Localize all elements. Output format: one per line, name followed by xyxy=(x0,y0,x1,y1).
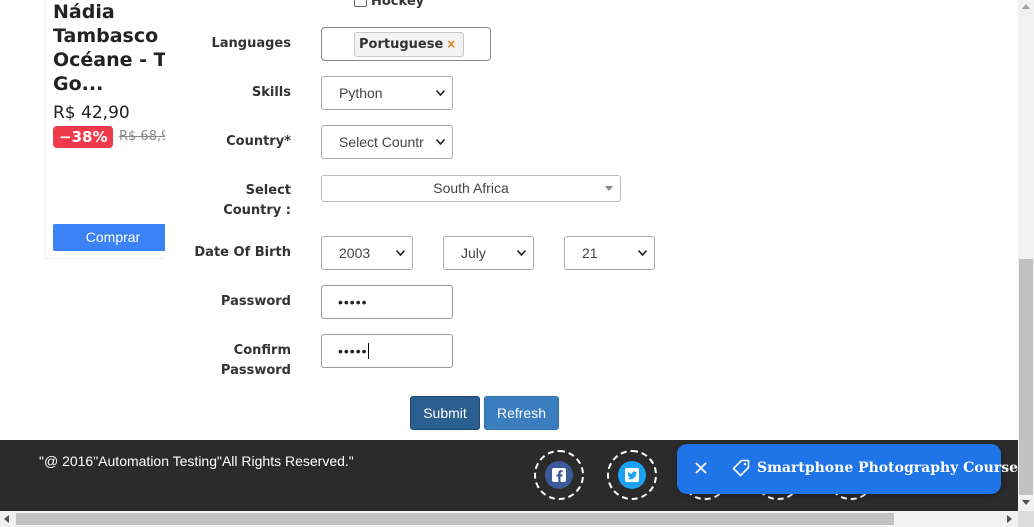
languages-label: Languages xyxy=(211,36,291,51)
ad-title-line: Go... xyxy=(53,73,104,95)
scroll-left-arrow-icon[interactable] xyxy=(4,515,9,523)
select-country-value: South Africa xyxy=(433,180,509,196)
select-country-label-line: Country : xyxy=(223,203,291,218)
ad-title-line: Tambasco B xyxy=(53,25,165,47)
dob-month-select[interactable]: July xyxy=(443,236,534,270)
country-value: Select Countr xyxy=(339,134,424,150)
skills-value: Python xyxy=(339,85,383,101)
chevron-down-icon xyxy=(436,90,445,98)
dob-year-value: 2003 xyxy=(339,245,371,261)
chevron-down-icon xyxy=(436,139,445,147)
chevron-down-icon xyxy=(638,250,647,258)
vertical-scrollbar[interactable] xyxy=(1018,0,1034,511)
twitter-link[interactable] xyxy=(607,450,657,500)
ad-title-line: Nádia xyxy=(53,1,115,23)
language-chip-label: Portuguese xyxy=(359,37,444,52)
confirm-password-label: Confirm Password xyxy=(181,341,291,381)
confirm-password-value: ••••• xyxy=(338,343,368,359)
ad-discount-badge: −38% xyxy=(53,126,114,148)
skills-label: Skills xyxy=(251,85,291,100)
ad-old-price: R$ 68,9 xyxy=(119,129,165,144)
scroll-up-arrow-icon[interactable] xyxy=(1022,4,1030,9)
confirm-password-input[interactable]: ••••• xyxy=(321,334,453,368)
hockey-label: Hockey xyxy=(371,0,425,9)
dob-day-select[interactable]: 21 xyxy=(564,236,655,270)
submit-button[interactable]: Submit xyxy=(410,396,480,430)
facebook-icon xyxy=(545,461,573,489)
dob-year-select[interactable]: 2003 xyxy=(321,236,413,270)
select-country-label: Select Country : xyxy=(181,181,291,221)
ad-title-line: Océane - To xyxy=(53,49,165,71)
ad-buy-button[interactable]: Comprar xyxy=(53,224,165,251)
select-country-combobox[interactable]: South Africa xyxy=(321,175,621,202)
copyright-text: "@ 2016"Automation Testing"All Rights Re… xyxy=(39,453,354,469)
scroll-down-arrow-icon[interactable] xyxy=(1022,500,1030,505)
chevron-down-icon xyxy=(396,250,405,258)
select-country-label-line: Select xyxy=(245,183,291,198)
confirm-password-label-line: Password xyxy=(220,363,291,378)
checkbox-icon[interactable] xyxy=(354,0,367,7)
country-label: Country* xyxy=(226,134,291,149)
dob-day-value: 21 xyxy=(582,245,598,261)
facebook-link[interactable] xyxy=(534,450,584,500)
horizontal-scrollbar[interactable] xyxy=(0,511,1018,527)
vertical-scroll-thumb[interactable] xyxy=(1019,259,1033,495)
twitter-icon xyxy=(618,461,646,489)
promo-banner[interactable]: Smartphone Photography Courses xyxy=(677,444,1026,494)
scrollbar-corner xyxy=(1018,511,1034,527)
horizontal-scroll-thumb[interactable] xyxy=(16,513,894,525)
close-icon[interactable] xyxy=(693,459,709,477)
chip-remove-icon[interactable]: × xyxy=(446,37,456,51)
refresh-button[interactable]: Refresh xyxy=(484,396,559,430)
country-select[interactable]: Select Countr xyxy=(321,125,453,159)
chevron-down-icon xyxy=(517,250,526,258)
ad-card-border-bottom xyxy=(44,258,165,259)
ad-product-title[interactable]: Nádia Tambasco B Océane - To Go... xyxy=(53,0,165,96)
promo-text: Smartphone Photography Courses xyxy=(757,460,1026,476)
caret-down-icon xyxy=(605,186,613,191)
dob-label: Date Of Birth xyxy=(194,245,291,260)
text-cursor xyxy=(367,343,369,359)
ad-card[interactable]: Nádia Tambasco B Océane - To Go... R$ 42… xyxy=(44,0,165,260)
skills-select[interactable]: Python xyxy=(321,76,453,110)
password-input[interactable]: ••••• xyxy=(321,285,453,319)
languages-multiselect[interactable]: Portuguese × xyxy=(321,27,491,61)
ad-price: R$ 42,90 xyxy=(53,103,130,123)
confirm-password-label-line: Confirm xyxy=(233,343,291,358)
dob-month-value: July xyxy=(461,245,486,261)
hockey-checkbox[interactable]: Hockey xyxy=(354,0,424,9)
ad-card-border xyxy=(44,0,45,258)
password-label: Password xyxy=(220,294,291,309)
scroll-right-arrow-icon[interactable] xyxy=(1007,515,1012,523)
tag-icon xyxy=(732,459,750,477)
language-chip[interactable]: Portuguese × xyxy=(354,32,465,57)
